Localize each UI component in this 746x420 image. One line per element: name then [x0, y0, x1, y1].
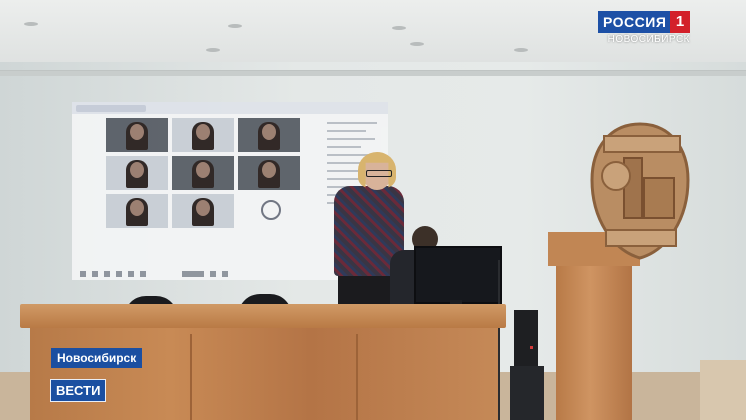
equipment-rack: [510, 366, 544, 420]
ceiling-light: [206, 48, 220, 52]
participant-tile: [172, 194, 234, 228]
wall-emblem: [590, 122, 690, 260]
channel-name: РОССИЯ: [598, 11, 672, 33]
status-light: [530, 346, 533, 349]
desk-top: [20, 304, 506, 328]
projector-rail: [0, 70, 746, 76]
news-video-frame: РОССИЯ 1 НОВОСИБИРСК Новосибирск ВЕСТИ: [0, 0, 746, 420]
participant-tile: [106, 156, 168, 190]
floor-carpet: [700, 360, 746, 420]
call-toolbar: [80, 264, 330, 277]
participant-tile: [238, 194, 300, 228]
equipment-rack: [514, 310, 538, 368]
computer-monitor: [414, 246, 502, 304]
cable: [498, 260, 500, 420]
channel-city: НОВОСИБИРСК: [607, 34, 690, 45]
participant-tile: [106, 118, 168, 152]
desk-front: [30, 328, 498, 420]
participant-tile: [106, 194, 168, 228]
ceiling-light: [228, 24, 242, 28]
browser-bar: [72, 102, 388, 114]
glasses: [366, 170, 392, 177]
participant-tile: [238, 156, 300, 190]
ceiling-light: [410, 42, 424, 46]
program-logo: ВЕСТИ: [50, 379, 107, 402]
channel-number: 1: [670, 11, 690, 33]
podium: [556, 266, 632, 420]
participant-tile: [172, 118, 234, 152]
ceiling-light: [24, 22, 38, 26]
ceiling-light: [514, 48, 528, 52]
participant-tile: [172, 156, 234, 190]
location-caption: Новосибирск: [51, 348, 143, 368]
ceiling-light: [392, 26, 406, 30]
participant-tile: [238, 118, 300, 152]
participant-grid: [106, 118, 302, 228]
channel-logo: РОССИЯ 1: [598, 11, 690, 33]
avatar-icon: [261, 200, 281, 220]
